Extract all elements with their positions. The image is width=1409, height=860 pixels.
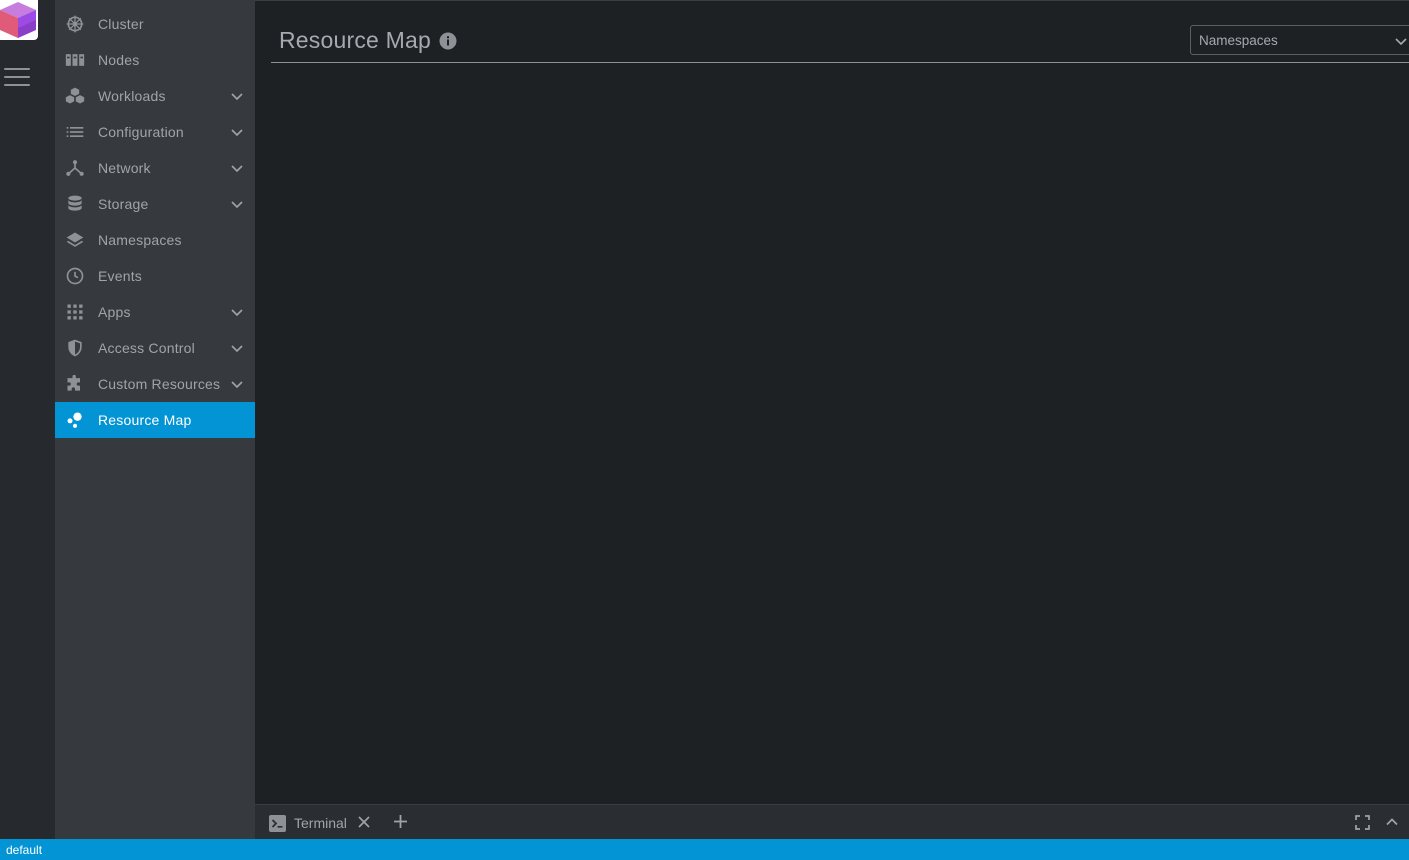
tab-terminal[interactable]: Terminal: [269, 812, 347, 834]
tab-label: Terminal: [294, 815, 347, 831]
chevron-down-icon: [229, 88, 245, 104]
chevron-down-icon: [229, 160, 245, 176]
chevron-down-icon: [229, 340, 245, 356]
status-bar: default: [0, 839, 1409, 860]
chevron-down-icon: [1395, 38, 1407, 46]
sidebar-item-cluster[interactable]: Cluster: [55, 6, 255, 42]
status-context[interactable]: default: [6, 843, 42, 857]
sidebar-item-configuration[interactable]: Configuration: [55, 114, 255, 150]
bottom-dock: Terminal: [255, 804, 1409, 839]
fullscreen-icon[interactable]: [1355, 815, 1370, 830]
sidebar-item-label: Events: [98, 268, 142, 284]
sidebar-item-nodes[interactable]: Nodes: [55, 42, 255, 78]
sidebar-item-label: Configuration: [98, 124, 184, 140]
sidebar-item-workloads[interactable]: Workloads: [55, 78, 255, 114]
list-icon: [63, 120, 87, 144]
sidebar-item-resource-map[interactable]: Resource Map: [55, 402, 255, 438]
sidebar-item-custom-resources[interactable]: Custom Resources: [55, 366, 255, 402]
page-header: Resource Map Namespaces: [271, 1, 1409, 63]
clock-icon: [63, 264, 87, 288]
sidebar: Cluster Nodes Workloads Configuration Ne…: [55, 0, 255, 839]
page-title: Resource Map: [279, 27, 431, 53]
sidebar-item-label: Custom Resources: [98, 376, 221, 392]
bubbles-icon: [63, 408, 87, 432]
chevron-down-icon: [229, 196, 245, 212]
sidebar-item-label: Network: [98, 160, 151, 176]
sidebar-item-label: Namespaces: [98, 232, 182, 248]
sidebar-item-label: Nodes: [98, 52, 140, 68]
terminal-icon: [269, 814, 286, 832]
chevron-up-icon[interactable]: [1385, 815, 1399, 829]
menu-toggle-button[interactable]: [4, 68, 30, 90]
app-logo[interactable]: [0, 0, 38, 40]
app-window: Cluster Nodes Workloads Configuration Ne…: [0, 0, 1409, 860]
sidebar-item-label: Cluster: [98, 16, 144, 32]
chevron-down-icon: [229, 376, 245, 392]
sidebar-item-label: Apps: [98, 304, 131, 320]
sidebar-item-namespaces[interactable]: Namespaces: [55, 222, 255, 258]
cube-logo-icon: [0, 2, 36, 38]
sidebar-item-label: Workloads: [98, 88, 166, 104]
network-icon: [63, 156, 87, 180]
hamburger-line: [4, 84, 30, 86]
sidebar-item-network[interactable]: Network: [55, 150, 255, 186]
chevron-down-icon: [229, 124, 245, 140]
sidebar-item-access-control[interactable]: Access Control: [55, 330, 255, 366]
namespace-select-value: Namespaces: [1199, 32, 1278, 48]
hamburger-line: [4, 68, 30, 70]
resource-map-canvas[interactable]: [271, 64, 1409, 804]
apps-grid-icon: [63, 300, 87, 324]
left-rail: [0, 0, 55, 839]
database-icon: [63, 192, 87, 216]
info-icon[interactable]: [439, 32, 457, 50]
cubes-icon: [63, 84, 87, 108]
sidebar-item-apps[interactable]: Apps: [55, 294, 255, 330]
puzzle-icon: [63, 372, 87, 396]
server-rack-icon: [63, 48, 87, 72]
namespace-select[interactable]: Namespaces: [1190, 25, 1409, 55]
main-content: Resource Map Namespaces: [255, 0, 1409, 804]
hamburger-line: [4, 76, 30, 78]
layers-icon: [63, 228, 87, 252]
sidebar-item-label: Resource Map: [98, 412, 192, 428]
chevron-down-icon: [229, 304, 245, 320]
sidebar-item-label: Storage: [98, 196, 149, 212]
sidebar-item-events[interactable]: Events: [55, 258, 255, 294]
shield-icon: [63, 336, 87, 360]
close-icon[interactable]: [357, 815, 371, 829]
sidebar-item-storage[interactable]: Storage: [55, 186, 255, 222]
helm-wheel-icon: [63, 12, 87, 36]
add-tab-icon[interactable]: [393, 814, 408, 829]
sidebar-item-label: Access Control: [98, 340, 195, 356]
